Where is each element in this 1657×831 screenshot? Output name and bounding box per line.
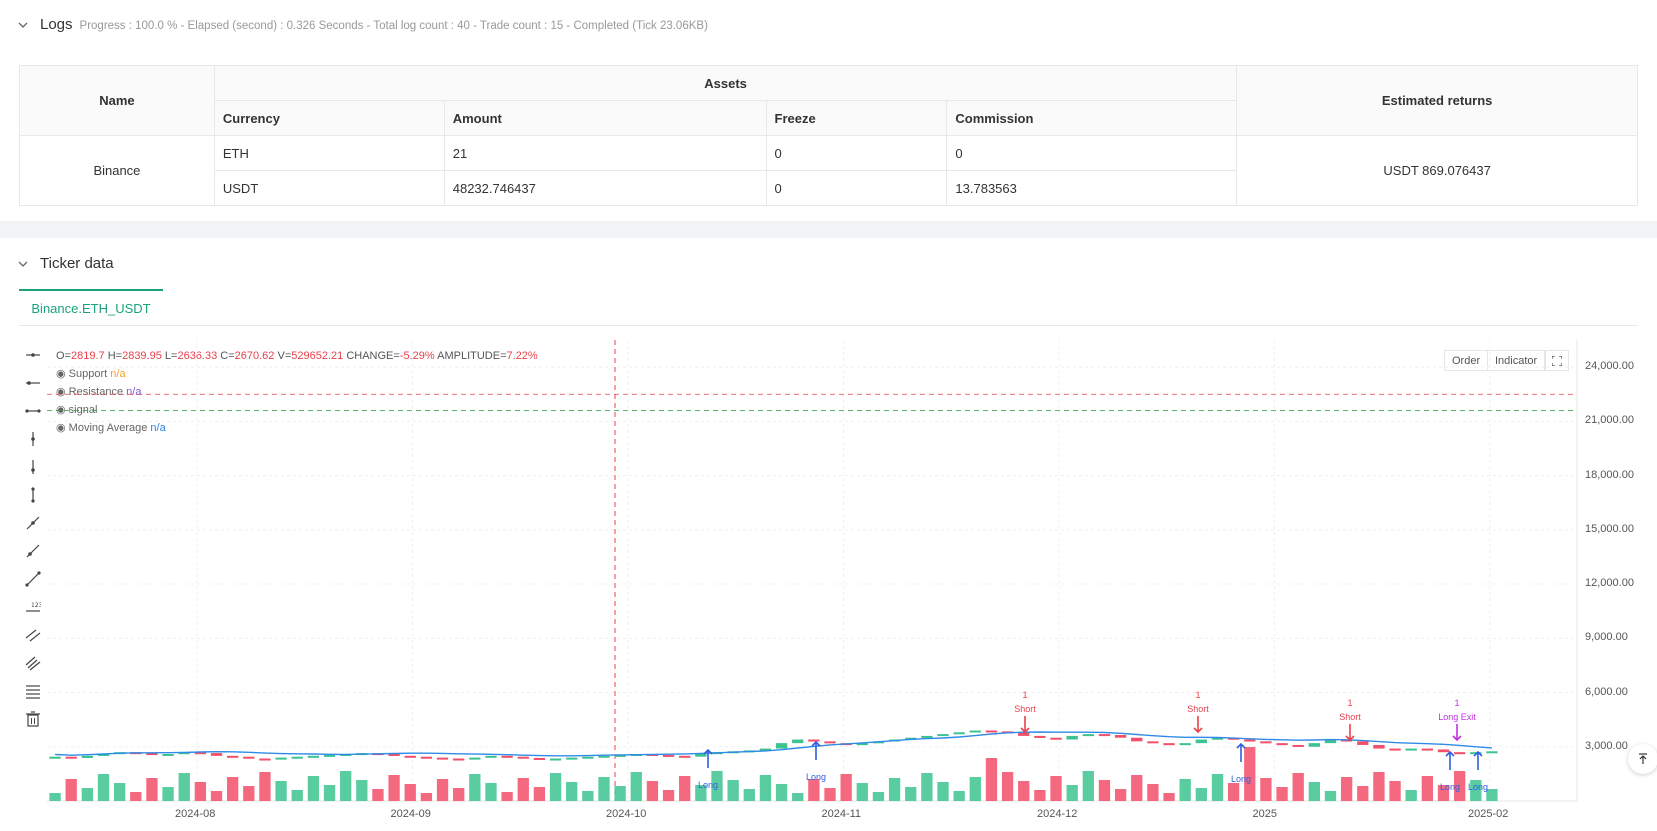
- commission-cell: 0: [946, 135, 1238, 171]
- x-tick-label: 2024-12: [1037, 808, 1078, 820]
- trend-line-icon[interactable]: [22, 512, 44, 534]
- fullscreen-icon[interactable]: [1545, 350, 1569, 371]
- high-value: 2839.95: [122, 350, 162, 362]
- table-row: Binance ETH 21 0 0 USDT 869.076437: [19, 135, 1638, 206]
- assets-header: Assets: [213, 65, 1238, 101]
- legend-item-resistance[interactable]: ◉ Resistance n/a: [56, 385, 141, 398]
- svg-text:123: 123: [31, 602, 41, 609]
- vertical-line-icon[interactable]: [22, 428, 44, 450]
- legend-item-moving-average[interactable]: ◉ Moving Average n/a: [56, 421, 166, 434]
- y-tick-label: 9,000.00: [1585, 631, 1628, 644]
- order-button[interactable]: Order: [1444, 350, 1489, 371]
- currency-cell: USDT: [213, 170, 445, 206]
- y-tick-label: 6,000.00: [1585, 685, 1628, 698]
- ticker-title: Ticker data: [40, 255, 114, 272]
- eye-icon[interactable]: ◉: [56, 368, 66, 380]
- y-tick-label: 15,000.00: [1585, 522, 1634, 535]
- freeze-header: Freeze: [765, 100, 948, 136]
- x-tick-label: 2025: [1252, 808, 1277, 820]
- commission-header: Commission: [946, 100, 1238, 136]
- tab-binance-eth-usdt[interactable]: Binance.ETH_USDT: [19, 289, 163, 326]
- x-tick-label: 2024-09: [390, 808, 431, 820]
- x-tick-label: 2024-08: [175, 808, 216, 820]
- open-value: 2819.7: [70, 350, 105, 362]
- vertical-segment-icon[interactable]: [22, 456, 44, 478]
- vertical-ray-icon[interactable]: [22, 484, 44, 506]
- ray-line-icon[interactable]: [22, 540, 44, 562]
- amount-cell: 48232.746437: [443, 170, 767, 206]
- chevron-down-icon[interactable]: [18, 259, 28, 269]
- pitchfork-icon[interactable]: [22, 652, 44, 674]
- currency-cell: ETH: [213, 135, 445, 171]
- assets-table: Name Assets Estimated returns Currency A…: [19, 65, 1638, 206]
- legend-item-signal[interactable]: ◉ signal: [56, 403, 97, 416]
- eye-icon[interactable]: ◉: [56, 422, 66, 434]
- change-value: -5.29%: [399, 350, 435, 362]
- exchange-name: Binance: [19, 135, 215, 206]
- eye-icon[interactable]: ◉: [56, 404, 66, 416]
- fib-retracement-icon[interactable]: [22, 680, 44, 702]
- returns-header: Estimated returns: [1236, 65, 1638, 136]
- extended-line-icon[interactable]: [22, 400, 44, 422]
- close-value: 2670.62: [234, 350, 275, 362]
- y-tick-label: 12,000.00: [1585, 577, 1634, 590]
- amplitude-value: 7.22%: [506, 350, 538, 362]
- trash-icon[interactable]: [22, 708, 44, 730]
- y-tick-label: 18,000.00: [1585, 468, 1634, 481]
- price-label-icon[interactable]: 123: [22, 596, 44, 618]
- eye-icon[interactable]: ◉: [56, 386, 66, 398]
- y-tick-label: 21,000.00: [1585, 414, 1634, 427]
- horizontal-ray-icon[interactable]: [22, 344, 44, 366]
- legend-item-support[interactable]: ◉ Support n/a: [56, 367, 126, 380]
- section-divider: [0, 221, 1657, 238]
- x-tick-label: 2025-02: [1468, 808, 1509, 820]
- freeze-cell: 0: [765, 135, 948, 171]
- logs-title: Logs: [40, 16, 73, 33]
- indicator-button[interactable]: Indicator: [1487, 350, 1546, 371]
- ticker-section: Ticker data: [0, 238, 1657, 831]
- horizontal-line-icon[interactable]: [22, 372, 44, 394]
- name-header: Name: [19, 65, 215, 136]
- volume-value: 529652.21: [291, 350, 344, 362]
- tab-underline: [19, 325, 1638, 326]
- logs-section: Logs Progress : 100.0 % - Elapsed (secon…: [0, 0, 1657, 221]
- parallel-channel-icon[interactable]: [22, 624, 44, 646]
- freeze-cell: 0: [765, 170, 948, 206]
- estimated-returns: USDT 869.076437: [1236, 135, 1638, 206]
- logs-status: Progress : 100.0 % - Elapsed (second) : …: [79, 20, 708, 32]
- x-tick-label: 2024-10: [606, 808, 647, 820]
- currency-header: Currency: [213, 100, 445, 136]
- x-tick-label: 2024-11: [821, 808, 862, 820]
- scroll-top-button[interactable]: [1628, 744, 1657, 774]
- y-tick-label: 24,000.00: [1585, 360, 1634, 373]
- low-value: 2636.33: [177, 350, 218, 362]
- ohlc-readout: O=2819.7 H=2839.95 L=2636.33 C=2670.62 V…: [56, 350, 538, 362]
- commission-cell: 13.783563: [946, 170, 1238, 206]
- chevron-down-icon[interactable]: [18, 20, 28, 30]
- amount-header: Amount: [443, 100, 767, 136]
- segment-line-icon[interactable]: [22, 568, 44, 590]
- y-tick-label: 3,000.00: [1585, 739, 1628, 752]
- amount-cell: 21: [443, 135, 767, 171]
